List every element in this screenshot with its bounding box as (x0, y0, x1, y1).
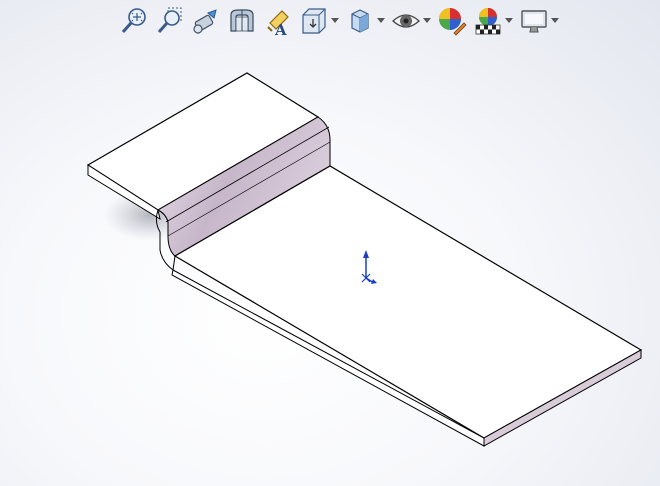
chevron-down-icon[interactable] (504, 5, 514, 37)
view-settings-button[interactable] (518, 5, 560, 37)
zoom-to-fit-button[interactable] (118, 5, 150, 37)
graphics-area[interactable]: A (0, 0, 660, 486)
edit-appearance-icon (439, 8, 467, 36)
view-orientation-icon (302, 8, 326, 34)
display-style-icon (351, 9, 369, 33)
previous-view-icon (193, 9, 217, 34)
hide-show-items-icon (392, 14, 420, 28)
chevron-down-icon[interactable] (550, 5, 560, 37)
apply-scene-button[interactable] (472, 5, 514, 37)
view-settings-icon (521, 10, 547, 33)
hide-show-items-button[interactable] (390, 5, 432, 37)
heads-up-view-toolbar: A (118, 4, 564, 38)
chevron-down-icon[interactable] (376, 5, 386, 37)
display-style-button[interactable] (344, 5, 386, 37)
edit-appearance-button[interactable] (436, 5, 468, 37)
section-view-button[interactable] (226, 5, 258, 37)
dynamic-annotation-views-icon: A (267, 10, 289, 37)
chevron-down-icon[interactable] (330, 5, 340, 37)
svg-text:A: A (274, 21, 287, 37)
sheet-metal-part[interactable] (0, 0, 660, 486)
previous-view-button[interactable] (190, 5, 222, 37)
zoom-to-fit-icon (121, 8, 146, 33)
dynamic-annotation-views-button[interactable]: A (262, 5, 294, 37)
zoom-to-area-icon (157, 7, 182, 33)
apply-scene-icon (475, 8, 501, 35)
section-view-icon (230, 9, 254, 32)
view-orientation-button[interactable] (298, 5, 340, 37)
chevron-down-icon[interactable] (422, 5, 432, 37)
zoom-to-area-button[interactable] (154, 5, 186, 37)
